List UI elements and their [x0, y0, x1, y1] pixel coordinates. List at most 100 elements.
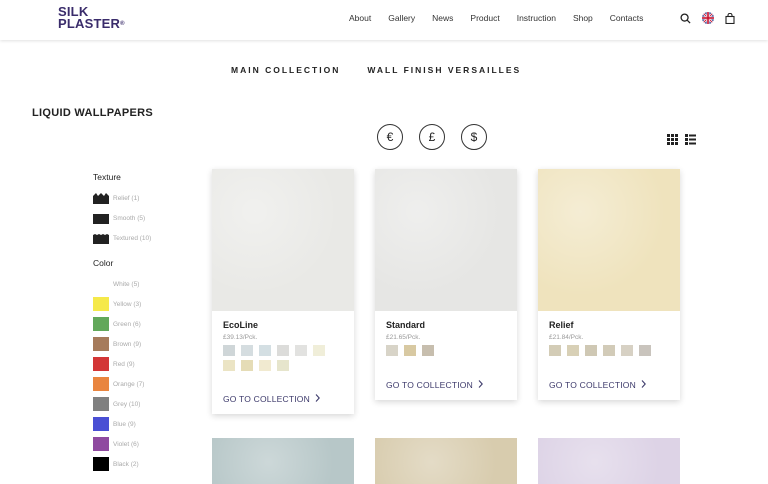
color-filter-label: Yellow (3) — [113, 300, 142, 308]
list-view-icon[interactable] — [685, 132, 696, 150]
color-filter-label: Black (2) — [113, 460, 139, 468]
color-swatch — [93, 337, 109, 351]
product-color-swatch[interactable] — [277, 345, 289, 356]
texture-filter-smooth[interactable]: Smooth (5) — [93, 208, 203, 228]
color-filter-label: Grey (10) — [113, 400, 141, 408]
nav-product[interactable]: Product — [470, 13, 499, 23]
color-filter-item[interactable]: Orange (7) — [93, 374, 203, 394]
texture-filter-relief[interactable]: Relief (1) — [93, 188, 203, 208]
product-swatches — [386, 345, 496, 356]
product-name[interactable]: EcoLine — [223, 320, 343, 330]
product-card-image-partial[interactable] — [212, 438, 354, 484]
nav-news[interactable]: News — [432, 13, 453, 23]
color-filter-item[interactable]: White (5) — [93, 274, 203, 294]
go-to-collection-link[interactable]: GO TO COLLECTION — [549, 380, 669, 390]
smooth-texture-icon — [93, 214, 109, 224]
product-color-swatch[interactable] — [313, 345, 325, 356]
product-color-swatch[interactable] — [259, 345, 271, 356]
product-price: £39.13/Pck. — [223, 334, 258, 341]
go-to-collection-link[interactable]: GO TO COLLECTION — [386, 380, 506, 390]
nav-shop[interactable]: Shop — [573, 13, 593, 23]
nav-gallery[interactable]: Gallery — [388, 13, 415, 23]
nav-contacts[interactable]: Contacts — [610, 13, 644, 23]
color-filter-label: White (5) — [113, 280, 140, 288]
product-price: £21.65/Pck. — [386, 334, 421, 341]
logo[interactable]: SILK PLASTER® — [58, 5, 125, 30]
color-swatch — [93, 457, 109, 471]
go-to-collection-label: GO TO COLLECTION — [223, 394, 310, 404]
color-filter-label: Green (6) — [113, 320, 141, 328]
textured-texture-icon — [93, 234, 109, 244]
color-filter-item[interactable]: Blue (9) — [93, 414, 203, 434]
product-color-swatch[interactable] — [585, 345, 597, 356]
product-color-swatch[interactable] — [241, 345, 253, 356]
tab-main-collection[interactable]: MAIN COLLECTION — [231, 65, 340, 75]
color-filter-item[interactable]: Yellow (3) — [93, 294, 203, 314]
product-price: £21.84/Pck. — [549, 334, 584, 341]
relief-texture-icon — [93, 193, 109, 204]
color-swatch — [93, 357, 109, 371]
uk-flag-icon[interactable] — [702, 12, 714, 24]
product-card-image-partial[interactable] — [375, 438, 517, 484]
product-card-image-partial[interactable] — [538, 438, 680, 484]
collection-tabs: MAIN COLLECTION WALL FINISH VERSAILLES — [231, 65, 521, 75]
go-to-collection-label: GO TO COLLECTION — [549, 380, 636, 390]
product-color-swatch[interactable] — [386, 345, 398, 356]
color-filter-label: Brown (9) — [113, 340, 142, 348]
search-icon[interactable] — [680, 12, 691, 24]
product-color-swatch[interactable] — [277, 360, 289, 371]
tab-wall-finish-versailles[interactable]: WALL FINISH VERSAILLES — [367, 65, 521, 75]
color-swatch — [93, 377, 109, 391]
product-color-swatch[interactable] — [621, 345, 633, 356]
texture-filter-textured[interactable]: Textured (10) — [93, 228, 203, 248]
shopping-bag-icon[interactable] — [725, 12, 735, 24]
color-filter-item[interactable]: Green (6) — [93, 314, 203, 334]
go-to-collection-link[interactable]: GO TO COLLECTION — [223, 394, 343, 404]
page-title: LIQUID WALLPAPERS — [32, 107, 154, 119]
color-swatch — [93, 417, 109, 431]
product-color-swatch[interactable] — [549, 345, 561, 356]
filter-sidebar: Texture Relief (1) Smooth (5) Textured (… — [93, 172, 203, 474]
texture-smooth-label: Smooth (5) — [113, 214, 146, 222]
color-filter-item[interactable]: Grey (10) — [93, 394, 203, 414]
product-image[interactable] — [212, 169, 354, 311]
product-swatches — [223, 345, 333, 371]
color-filter-item[interactable]: Violet (6) — [93, 434, 203, 454]
product-color-swatch[interactable] — [241, 360, 253, 371]
product-name[interactable]: Standard — [386, 320, 506, 330]
nav-instruction[interactable]: Instruction — [517, 13, 556, 23]
currency-dollar-button[interactable]: $ — [461, 124, 487, 150]
product-color-swatch[interactable] — [422, 345, 434, 356]
currency-euro-button[interactable]: € — [377, 124, 403, 150]
product-swatches — [549, 345, 659, 356]
currency-pound-button[interactable]: £ — [419, 124, 445, 150]
product-name[interactable]: Relief — [549, 320, 669, 330]
product-color-swatch[interactable] — [223, 345, 235, 356]
product-color-swatch[interactable] — [567, 345, 579, 356]
logo-registered-mark: ® — [120, 21, 125, 27]
product-color-swatch[interactable] — [603, 345, 615, 356]
view-toggle — [667, 132, 696, 150]
go-to-collection-label: GO TO COLLECTION — [386, 380, 473, 390]
color-filter-title: Color — [93, 258, 114, 268]
color-filter-item[interactable]: Black (2) — [93, 454, 203, 474]
product-card-relief[interactable]: Relief £21.84/Pck. GO TO COLLECTION — [538, 169, 680, 400]
product-card-standard[interactable]: Standard £21.65/Pck. GO TO COLLECTION — [375, 169, 517, 400]
product-image[interactable] — [375, 169, 517, 311]
product-color-swatch[interactable] — [295, 345, 307, 356]
product-card-body: EcoLine £39.13/Pck. GO TO COLLECTION — [212, 311, 354, 414]
color-filter-item[interactable]: Red (9) — [93, 354, 203, 374]
main-nav: About Gallery News Product Instruction S… — [349, 13, 643, 23]
grid-view-icon[interactable] — [667, 132, 678, 150]
product-color-swatch[interactable] — [223, 360, 235, 371]
texture-textured-label: Textured (10) — [113, 234, 152, 242]
nav-about[interactable]: About — [349, 13, 371, 23]
product-image[interactable] — [538, 169, 680, 311]
product-card-body: Standard £21.65/Pck. GO TO COLLECTION — [375, 311, 517, 400]
product-color-swatch[interactable] — [404, 345, 416, 356]
product-color-swatch[interactable] — [639, 345, 651, 356]
product-color-swatch[interactable] — [259, 360, 271, 371]
product-card-ecoline[interactable]: EcoLine £39.13/Pck. GO TO COLLECTION — [212, 169, 354, 414]
color-filter-item[interactable]: Brown (9) — [93, 334, 203, 354]
color-filter-label: Blue (9) — [113, 420, 136, 428]
